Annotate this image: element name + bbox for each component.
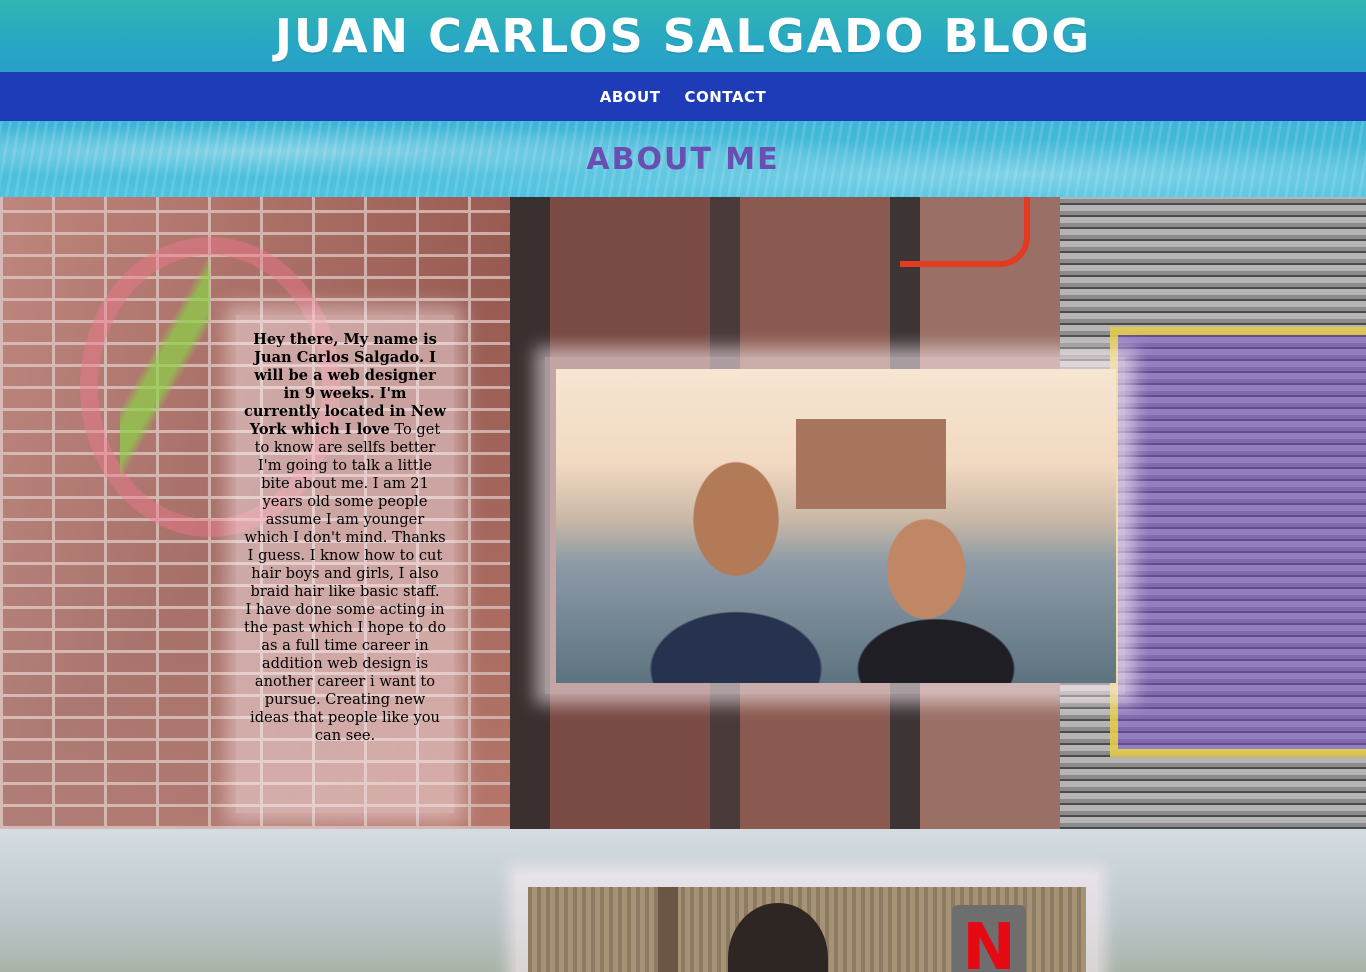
bio-paragraph: Hey there, My name is Juan Carlos Salgad…	[244, 331, 446, 601]
profile-photo-frame	[545, 357, 1125, 694]
nav-link-about[interactable]: About	[600, 88, 661, 106]
bio-card: Hey there, My name is Juan Carlos Salgad…	[236, 315, 454, 813]
nav-link-contact[interactable]: Contact	[684, 88, 766, 106]
bottom-photo: N	[528, 887, 1086, 972]
main-nav: About Contact	[0, 72, 1366, 121]
site-title: Juan Carlos Salgado Blog	[274, 9, 1092, 63]
graffiti-arrow	[900, 197, 1030, 267]
netflix-logo-icon: N	[952, 905, 1026, 972]
about-heading: About Me	[586, 141, 780, 177]
photo-building	[796, 419, 946, 509]
about-banner: About Me	[0, 121, 1366, 197]
graffiti-decoration	[1110, 327, 1366, 757]
profile-photo	[556, 369, 1116, 683]
bio-text: To get to know are sellfs better I'm goi…	[244, 421, 446, 600]
bottom-photo-frame: N	[516, 873, 1098, 972]
site-header: Juan Carlos Salgado Blog	[0, 0, 1366, 72]
bottom-section: N	[0, 829, 1366, 972]
about-section: Hey there, My name is Juan Carlos Salgad…	[0, 197, 1366, 829]
graffiti-decoration	[120, 257, 210, 477]
photo-person	[728, 903, 828, 972]
bio-paragraph-2: I have done some acting in the past whic…	[244, 601, 446, 744]
